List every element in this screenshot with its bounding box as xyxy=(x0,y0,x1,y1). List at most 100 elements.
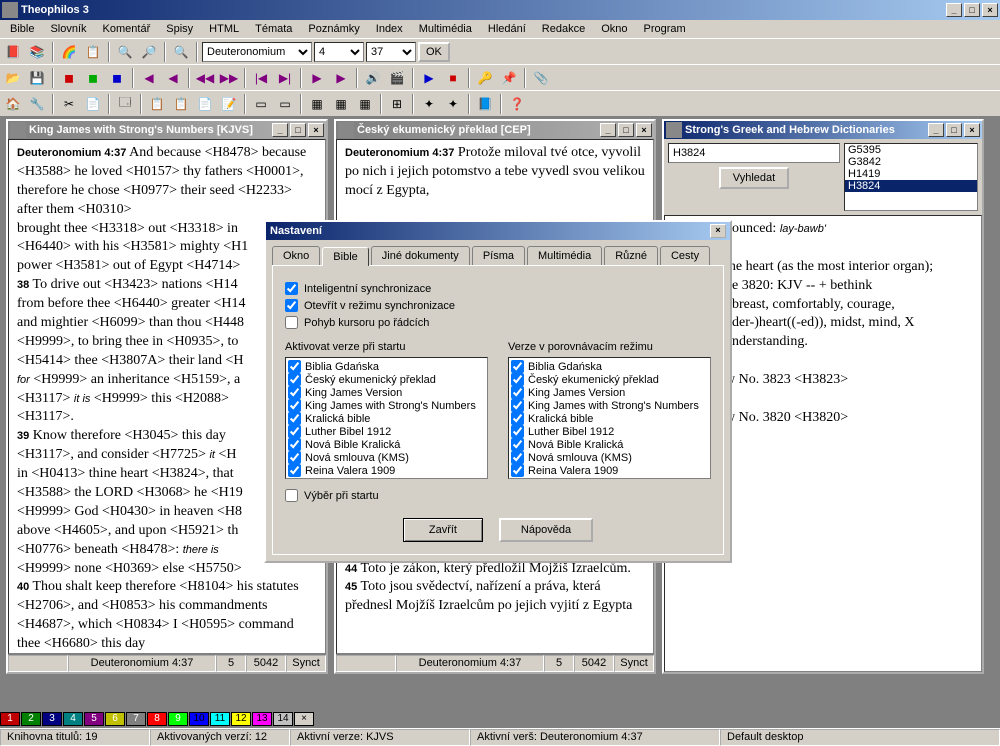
green-icon[interactable]: ◼ xyxy=(82,67,104,89)
version-item[interactable]: Reina Valera 1909 xyxy=(288,464,485,477)
version-item[interactable]: Kralická bible xyxy=(511,412,708,425)
pin-icon[interactable]: 📌 xyxy=(498,67,520,89)
cep-close-button[interactable]: × xyxy=(636,123,652,137)
grid-icon[interactable]: ⊞ xyxy=(386,93,408,115)
hl2-icon[interactable]: ▭ xyxy=(274,93,296,115)
note-icon[interactable]: 📝 xyxy=(218,93,240,115)
copy2-icon[interactable]: 📋 xyxy=(146,93,168,115)
kjvs-min-button[interactable]: _ xyxy=(272,123,288,137)
tool-icon[interactable]: 🔧 xyxy=(26,93,48,115)
prev-icon[interactable]: ◀ xyxy=(162,67,184,89)
version-item[interactable]: Reina Valera 1909 xyxy=(511,464,708,477)
version-item[interactable]: Luther Bibel 1912 xyxy=(511,425,708,438)
strongs-list-item[interactable]: H1419 xyxy=(845,168,977,180)
version-item[interactable]: King James with Strong's Numbers xyxy=(288,399,485,412)
version-item[interactable]: Luther Bibel 1912 xyxy=(288,425,485,438)
strongs-list-item[interactable]: H3824 xyxy=(845,180,977,192)
desktop-14[interactable]: 14 xyxy=(273,712,293,726)
tab-cesty[interactable]: Cesty xyxy=(660,246,710,265)
menu-okno[interactable]: Okno xyxy=(593,21,635,37)
desktop-7[interactable]: 7 xyxy=(126,712,146,726)
tab-písma[interactable]: Písma xyxy=(472,246,525,265)
desktop-10[interactable]: 10 xyxy=(189,712,209,726)
desktop-1[interactable]: 1 xyxy=(0,712,20,726)
menu-redakce[interactable]: Redakce xyxy=(534,21,593,37)
book2-icon[interactable]: 📘 xyxy=(474,93,496,115)
stop-icon[interactable]: ■ xyxy=(442,67,464,89)
help-icon[interactable]: ❓ xyxy=(506,93,528,115)
version-item[interactable]: Biblia Gdańska xyxy=(511,360,708,373)
strongs-min-button[interactable]: _ xyxy=(928,123,944,137)
search2-icon[interactable]: 🔎 xyxy=(138,41,160,63)
menu-poznámky[interactable]: Poznámky xyxy=(300,21,367,37)
desktop-12[interactable]: 12 xyxy=(231,712,251,726)
version-item[interactable]: Nová smlouva (KMS) xyxy=(288,451,485,464)
window-icon[interactable]: 🗔 xyxy=(114,93,136,115)
book-icon[interactable]: 📕 xyxy=(2,41,24,63)
hl1-icon[interactable]: ▭ xyxy=(250,93,272,115)
find-icon[interactable]: 🔍 xyxy=(170,41,192,63)
version-item[interactable]: King James with Strong's Numbers xyxy=(511,399,708,412)
strongs-list-item[interactable]: G5395 xyxy=(845,144,977,156)
version-item[interactable]: Nová Bible Kralická xyxy=(511,438,708,451)
desktop-2[interactable]: 2 xyxy=(21,712,41,726)
home-icon[interactable]: 🏠 xyxy=(2,93,24,115)
settings-close-button[interactable]: × xyxy=(710,224,726,238)
compare-versions-list[interactable]: Biblia GdańskaČeský ekumenický překladKi… xyxy=(508,357,711,479)
clip-icon[interactable]: 📎 xyxy=(530,67,552,89)
strongs-close-button[interactable]: × xyxy=(964,123,980,137)
check-startup-selection[interactable]: Výběr při startu xyxy=(285,489,711,502)
check-cursor-lines[interactable]: Pohyb kursoru po řádcích xyxy=(285,316,711,329)
strongs-search-button[interactable]: Vyhledat xyxy=(719,167,789,189)
strongs-list-item[interactable]: G3842 xyxy=(845,156,977,168)
check-open-sync[interactable]: Otevřít v režimu synchronizace xyxy=(285,299,711,312)
tab-různé[interactable]: Různé xyxy=(604,246,658,265)
cep-min-button[interactable]: _ xyxy=(600,123,616,137)
strongs-titlebar[interactable]: Strong's Greek and Hebrew Dictionaries _… xyxy=(664,121,982,139)
desktop-5[interactable]: 5 xyxy=(84,712,104,726)
desktop-8[interactable]: 8 xyxy=(147,712,167,726)
open-icon[interactable]: 📂 xyxy=(2,67,24,89)
menu-html[interactable]: HTML xyxy=(201,21,247,37)
star1-icon[interactable]: ✦ xyxy=(418,93,440,115)
next-icon[interactable]: ▶ xyxy=(306,67,328,89)
version-item[interactable]: Kralická bible xyxy=(288,412,485,425)
menu-bible[interactable]: Bible xyxy=(2,21,42,37)
layout1-icon[interactable]: ▦ xyxy=(306,93,328,115)
version-item[interactable]: King James Version xyxy=(288,386,485,399)
maximize-button[interactable]: □ xyxy=(964,3,980,17)
menu-témata[interactable]: Témata xyxy=(247,21,300,37)
save-icon[interactable]: 💾 xyxy=(26,67,48,89)
kjvs-max-button[interactable]: □ xyxy=(290,123,306,137)
skip-back-icon[interactable]: |◀ xyxy=(250,67,272,89)
first-icon[interactable]: ◀ xyxy=(138,67,160,89)
cep-titlebar[interactable]: Český ekumenický překlad [CEP] _ □ × xyxy=(336,121,654,139)
strongs-max-button[interactable]: □ xyxy=(946,123,962,137)
film-icon[interactable]: 🎬 xyxy=(386,67,408,89)
tab-okno[interactable]: Okno xyxy=(272,246,320,265)
strongs-input[interactable] xyxy=(668,143,840,163)
verse-select[interactable]: 37 xyxy=(366,42,416,62)
kjvs-titlebar[interactable]: King James with Strong's Numbers [KJVS] … xyxy=(8,121,326,139)
desktop-4[interactable]: 4 xyxy=(63,712,83,726)
cep-max-button[interactable]: □ xyxy=(618,123,634,137)
forward-fast-icon[interactable]: ▶▶ xyxy=(218,67,240,89)
menu-index[interactable]: Index xyxy=(368,21,411,37)
sound-icon[interactable]: 🔊 xyxy=(362,67,384,89)
version-item[interactable]: Nová smlouva (KMS) xyxy=(511,451,708,464)
settings-help-btn[interactable]: Nápověda xyxy=(499,518,593,542)
desktop-11[interactable]: 11 xyxy=(210,712,230,726)
settings-close-btn[interactable]: Zavřít xyxy=(403,518,483,542)
search1-icon[interactable]: 🔍 xyxy=(114,41,136,63)
desktop-6[interactable]: 6 xyxy=(105,712,125,726)
close-button[interactable]: × xyxy=(982,3,998,17)
star2-icon[interactable]: ✦ xyxy=(442,93,464,115)
menu-spisy[interactable]: Spisy xyxy=(158,21,201,37)
layout2-icon[interactable]: ▦ xyxy=(330,93,352,115)
cut-icon[interactable]: ✂ xyxy=(58,93,80,115)
menu-slovník[interactable]: Slovník xyxy=(42,21,94,37)
strongs-result-list[interactable]: G5395G3842H1419H3824 xyxy=(844,143,978,211)
version-item[interactable]: Český ekumenický překlad xyxy=(288,373,485,386)
startup-versions-list[interactable]: Biblia GdańskaČeský ekumenický překladKi… xyxy=(285,357,488,479)
desktop-9[interactable]: 9 xyxy=(168,712,188,726)
